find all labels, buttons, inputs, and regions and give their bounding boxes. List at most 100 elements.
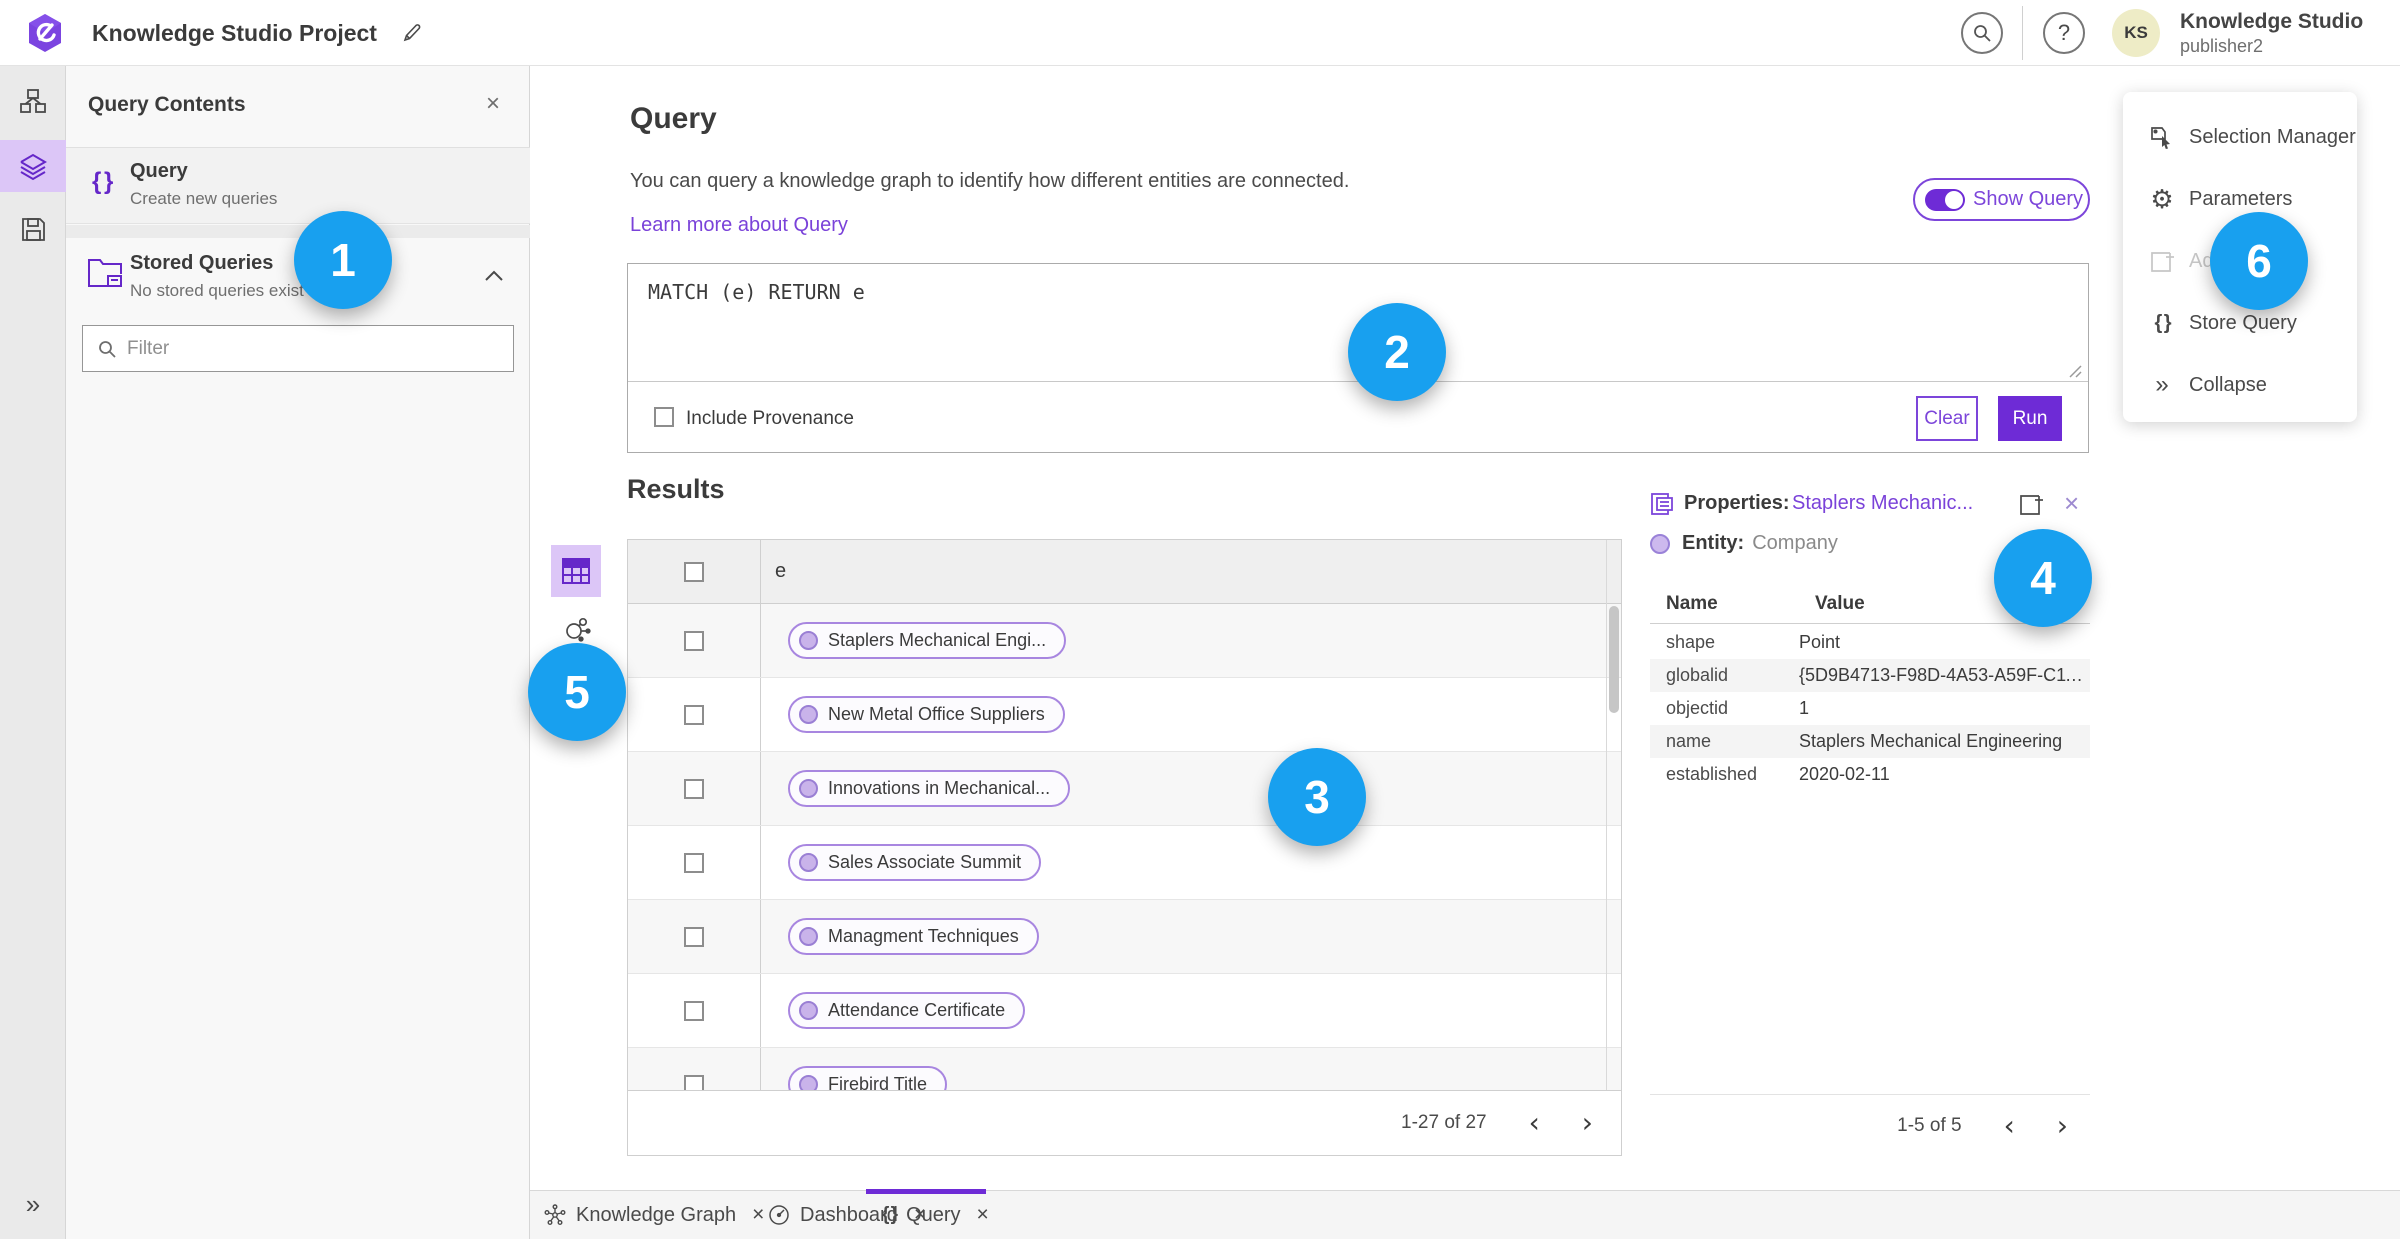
table-icon	[562, 558, 590, 584]
close-tab-icon[interactable]: ×	[977, 1203, 989, 1227]
dashboard-gauge-icon	[769, 1205, 789, 1225]
query-description: You can query a knowledge graph to ident…	[630, 170, 1350, 192]
table-row[interactable]: Attendance Certificate	[628, 974, 1621, 1048]
table-row[interactable]: Staplers Mechanical Engi...	[628, 604, 1621, 678]
property-row[interactable]: objectid 1	[1650, 692, 2090, 725]
toggle-track	[1925, 188, 1965, 211]
link-chart-icon	[20, 89, 46, 113]
chevron-up-icon[interactable]	[484, 270, 504, 282]
results-table-view-button[interactable]	[551, 545, 601, 597]
menu-item-collapse[interactable]: » Collapse	[2123, 354, 2357, 416]
entity-chip[interactable]: New Metal Office Suppliers	[788, 696, 1065, 733]
props-next-page-icon[interactable]: ›	[2057, 1112, 2068, 1140]
help-button[interactable]: ?	[2043, 12, 2085, 54]
braces-icon: { }	[92, 168, 113, 195]
results-scrollbar[interactable]	[1606, 540, 1621, 1090]
expand-rail-button[interactable]: »	[0, 1178, 66, 1230]
query-footer: Include Provenance Clear Run	[628, 381, 2088, 452]
show-query-label: Show Query	[1973, 188, 2084, 210]
row-checkbox[interactable]	[684, 1074, 704, 1090]
props-prev-page-icon[interactable]: ‹	[2004, 1112, 2015, 1140]
results-pagination: 1-27 of 27 ‹ ›	[628, 1090, 1621, 1155]
entity-chip[interactable]: Managment Techniques	[788, 918, 1039, 955]
props-col-name: Name	[1666, 593, 1718, 614]
save-icon	[21, 217, 45, 241]
run-button[interactable]: Run	[1998, 396, 2062, 441]
results-table: e Staplers Mechanical Engi... New Metal …	[627, 539, 1622, 1156]
rail-save-button[interactable]	[0, 203, 66, 255]
gear-icon: ⚙	[2150, 183, 2174, 214]
entity-dot-icon	[799, 927, 818, 946]
topbar-divider	[2022, 6, 2023, 60]
table-row[interactable]: New Metal Office Suppliers	[628, 678, 1621, 752]
callout-6: 6	[2210, 212, 2308, 310]
panel-title: Query Contents	[88, 93, 246, 116]
results-next-page-icon[interactable]: ›	[1582, 1109, 1593, 1137]
entity-chip[interactable]: Innovations in Mechanical...	[788, 770, 1071, 807]
row-checkbox[interactable]	[684, 778, 704, 799]
sidebar-item-query[interactable]: { } Query Create new queries	[66, 148, 530, 224]
collapse-icon: »	[2155, 371, 2169, 398]
entity-chip[interactable]: Sales Associate Summit	[788, 844, 1042, 881]
props-col-value: Value	[1815, 593, 1865, 614]
results-rows: Staplers Mechanical Engi... New Metal Of…	[628, 604, 1621, 1090]
property-row[interactable]: name Staplers Mechanical Engineering	[1650, 725, 2090, 758]
props-page-range: 1-5 of 5	[1897, 1115, 1962, 1136]
entity-chip[interactable]: Firebird Title	[788, 1066, 948, 1090]
row-checkbox[interactable]	[684, 1000, 704, 1021]
row-checkbox[interactable]	[684, 852, 704, 873]
stored-queries-subtitle: No stored queries exist	[130, 281, 304, 300]
include-provenance-checkbox[interactable]	[654, 407, 674, 427]
tab-knowledge-graph[interactable]: Knowledge Graph ×	[544, 1191, 764, 1239]
rail-layers-button[interactable]	[0, 140, 66, 192]
menu-item-selection-manager[interactable]: Selection Manager	[2123, 106, 2357, 168]
property-row[interactable]: shape Point	[1650, 626, 2090, 659]
row-checkbox[interactable]	[684, 630, 704, 651]
close-tab-icon[interactable]: ×	[752, 1203, 764, 1227]
resize-handle-icon[interactable]	[2066, 362, 2082, 378]
entity-chip[interactable]: Attendance Certificate	[788, 992, 1026, 1029]
entity-dot-icon	[799, 1001, 818, 1020]
entity-dot-icon	[799, 779, 818, 798]
learn-more-link[interactable]: Learn more about Query	[630, 214, 848, 237]
show-query-toggle[interactable]: Show Query	[1913, 178, 2090, 221]
tab-query[interactable]: { } Query ×	[882, 1191, 989, 1239]
rail-link-chart-button[interactable]	[0, 75, 66, 127]
edit-title-pencil-icon[interactable]	[400, 21, 424, 45]
query-item-subtitle: Create new queries	[130, 189, 278, 208]
results-prev-page-icon[interactable]: ‹	[1529, 1109, 1540, 1137]
query-item-title: Query	[130, 160, 188, 182]
scrollbar-thumb[interactable]	[1609, 606, 1619, 713]
select-all-checkbox[interactable]	[684, 561, 704, 582]
avatar[interactable]: KS	[2112, 9, 2160, 57]
properties-label: Properties:	[1684, 492, 1790, 514]
row-checkbox[interactable]	[684, 704, 704, 725]
avatar-initials: KS	[2124, 23, 2148, 42]
search-button[interactable]	[1961, 12, 2003, 54]
table-row[interactable]: Firebird Title	[628, 1048, 1621, 1090]
include-provenance-label: Include Provenance	[686, 408, 854, 429]
props-pagination-divider	[1650, 1094, 2090, 1095]
entity-chip[interactable]: Staplers Mechanical Engi...	[788, 622, 1067, 659]
user-menu[interactable]: Knowledge Studio publisher2	[2180, 10, 2363, 57]
properties-close-icon[interactable]: ×	[2064, 488, 2079, 519]
panel-close-icon[interactable]: ×	[486, 90, 500, 118]
question-icon: ?	[2057, 20, 2071, 45]
table-row[interactable]: Innovations in Mechanical...	[628, 752, 1621, 826]
entity-dot-icon	[799, 1075, 818, 1090]
property-row[interactable]: established 2020-02-11	[1650, 758, 2090, 791]
clear-button[interactable]: Clear	[1916, 396, 1978, 441]
filter-field	[82, 325, 514, 372]
filter-input[interactable]	[127, 326, 507, 371]
table-row[interactable]: Managment Techniques	[628, 900, 1621, 974]
user-name: Knowledge Studio	[2180, 10, 2364, 33]
add-to-new-icon[interactable]	[2018, 491, 2044, 517]
properties-entity-link[interactable]: Staplers Mechanic...	[1792, 492, 1973, 515]
results-link-chart-view-button[interactable]	[560, 612, 594, 646]
column-header-e: e	[775, 560, 787, 582]
callout-5: 5	[528, 643, 626, 741]
property-row[interactable]: globalid {5D9B4713-F98D-4A53-A59F-C11...	[1650, 659, 2090, 692]
table-row[interactable]: Sales Associate Summit	[628, 826, 1621, 900]
row-checkbox[interactable]	[684, 926, 704, 947]
bottom-tab-bar: Knowledge Graph × Dashboard × { } Query …	[530, 1189, 2400, 1239]
